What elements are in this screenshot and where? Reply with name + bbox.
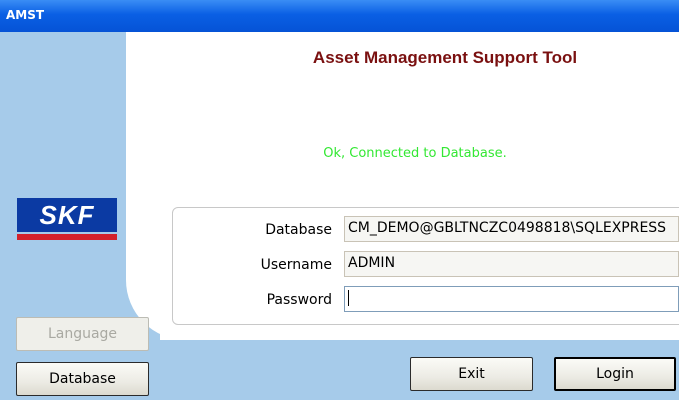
window-title: AMST: [6, 8, 45, 22]
skf-logo: SKF: [17, 198, 117, 240]
username-label: Username: [260, 257, 332, 273]
username-field[interactable]: ADMIN: [344, 251, 679, 277]
app-title: Asset Management Support Tool: [312, 48, 578, 67]
skf-logo-box: SKF: [17, 198, 117, 232]
skf-logo-red-bar: [17, 234, 117, 240]
login-button[interactable]: Login: [554, 357, 676, 391]
text-caret: [348, 290, 349, 306]
window-titlebar: AMST: [0, 0, 679, 32]
exit-button[interactable]: Exit: [410, 357, 533, 391]
window-client-area: Asset Management Support Tool Ok, Connec…: [0, 32, 679, 400]
database-field[interactable]: CM_DEMO@GBLTNCZC0498818\SQLEXPRESS: [344, 216, 679, 242]
language-button[interactable]: Language: [16, 317, 149, 351]
database-button[interactable]: Database: [16, 362, 149, 396]
database-label: Database: [265, 222, 332, 238]
password-label: Password: [266, 292, 332, 308]
connection-status: Ok, Connected to Database.: [323, 146, 507, 161]
password-field[interactable]: [344, 286, 679, 312]
skf-logo-text: SKF: [39, 199, 95, 230]
